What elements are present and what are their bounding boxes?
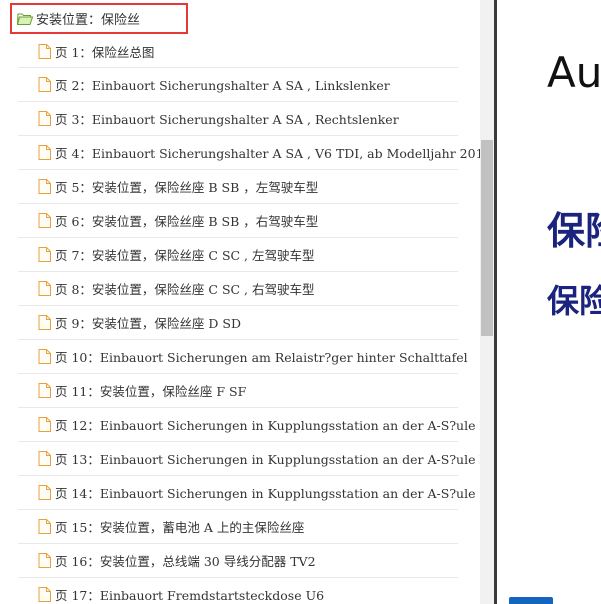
tree-item-page[interactable]: 页 11：安装位置，保险丝座 F SF xyxy=(18,374,458,408)
tree-item-label: 页 7：安装位置，保险丝座 C SC , 左驾驶车型 xyxy=(55,248,315,263)
tree-item-page[interactable]: 页 2：Einbauort Sicherungshalter A SA , Li… xyxy=(18,68,458,102)
folder-open-icon xyxy=(17,13,33,25)
tree-item-label: 页 4：Einbauort Sicherungshalter A SA , V6… xyxy=(55,146,480,161)
tree-item-page[interactable]: 页 16：安装位置，总线端 30 导线分配器 TV2 xyxy=(18,544,458,578)
page-icon xyxy=(38,145,51,160)
page-icon xyxy=(38,485,51,500)
tree-item-label: 页 8：安装位置，保险丝座 C SC , 右驾驶车型 xyxy=(55,282,315,297)
page-icon xyxy=(38,553,51,568)
tree-item-label: 页 17：Einbauort Fremdstartsteckdose U6 xyxy=(55,588,325,603)
page-icon xyxy=(38,519,51,534)
document-heading-1: 保险 xyxy=(547,208,601,253)
page-icon xyxy=(38,383,51,398)
tree-item-page[interactable]: 页 4：Einbauort Sicherungshalter A SA , V6… xyxy=(18,136,480,170)
tree-item-label: 页 14：Einbauort Sicherungen in Kupplungss… xyxy=(55,486,480,501)
page-icon xyxy=(38,587,51,602)
page-icon xyxy=(38,247,51,262)
tree-item-label: 页 6：安装位置，保险丝座 B SB ，右驾驶车型 xyxy=(55,214,319,229)
tree-item-page[interactable]: 页 14：Einbauort Sicherungen in Kupplungss… xyxy=(18,476,480,510)
page-icon xyxy=(38,281,51,296)
page-icon xyxy=(38,77,51,92)
document-title: Au xyxy=(547,48,601,97)
tree-item-label: 页 2：Einbauort Sicherungshalter A SA , Li… xyxy=(55,78,390,93)
tree-item-label: 页 3：Einbauort Sicherungshalter A SA , Re… xyxy=(55,112,399,127)
tree-item-label: 页 11：安装位置，保险丝座 F SF xyxy=(55,384,247,399)
tree-item-label: 页 5：安装位置，保险丝座 B SB ，左驾驶车型 xyxy=(55,180,319,195)
tree-item-page[interactable]: 页 5：安装位置，保险丝座 B SB ，左驾驶车型 xyxy=(18,170,458,204)
document-footer-button[interactable] xyxy=(509,597,553,604)
tree-item-page[interactable]: 页 17：Einbauort Fremdstartsteckdose U6 xyxy=(18,578,458,604)
page-icon xyxy=(38,417,51,432)
tree-item-label: 页 12：Einbauort Sicherungen in Kupplungss… xyxy=(55,418,480,433)
tree-item-page[interactable]: 页 12：Einbauort Sicherungen in Kupplungss… xyxy=(18,408,480,442)
tree-item-page[interactable]: 页 10：Einbauort Sicherungen am Relaistr?g… xyxy=(18,340,468,374)
tree-item-label: 页 13：Einbauort Sicherungen in Kupplungss… xyxy=(55,452,480,467)
document-heading-2: 保险 xyxy=(547,282,601,320)
scrollbar-thumb[interactable] xyxy=(481,140,493,336)
tree-item-label: 页 10：Einbauort Sicherungen am Relaistr?g… xyxy=(55,350,468,365)
page-icon xyxy=(38,451,51,466)
tree-item-label: 页 9：安装位置，保险丝座 D SD xyxy=(55,316,241,331)
tree-item-page[interactable]: 页 6：安装位置，保险丝座 B SB ，右驾驶车型 xyxy=(18,204,458,238)
tree-item-label: 页 15：安装位置，蓄电池 A 上的主保险丝座 xyxy=(55,520,305,535)
page-icon xyxy=(38,213,51,228)
tree-item-page[interactable]: 页 9：安装位置，保险丝座 D SD xyxy=(18,306,458,340)
tree-item-page[interactable]: 页 1：保险丝总图 xyxy=(18,35,458,68)
tree-item-page[interactable]: 页 7：安装位置，保险丝座 C SC , 左驾驶车型 xyxy=(18,238,458,272)
tree-item-list: 页 1：保险丝总图页 2：Einbauort Sicherungshalter … xyxy=(0,35,480,604)
page-icon xyxy=(38,315,51,330)
tree-item-label: 页 16：安装位置，总线端 30 导线分配器 TV2 xyxy=(55,554,316,569)
document-preview: Au 保险 保险 xyxy=(497,0,601,604)
page-icon xyxy=(38,43,51,59)
page-icon xyxy=(38,111,51,126)
tree-item-page[interactable]: 页 15：安装位置，蓄电池 A 上的主保险丝座 xyxy=(18,510,458,544)
tree-item-page[interactable]: 页 3：Einbauort Sicherungshalter A SA , Re… xyxy=(18,102,458,136)
tree-item-page[interactable]: 页 8：安装位置，保险丝座 C SC , 右驾驶车型 xyxy=(18,272,458,306)
tree-root-label: 安装位置：保险丝 xyxy=(36,13,141,28)
tree-item-label: 页 1：保险丝总图 xyxy=(55,44,155,60)
page-icon xyxy=(38,349,51,364)
tree-panel: 安装位置：保险丝 页 1：保险丝总图页 2：Einbauort Sicherun… xyxy=(0,0,480,604)
page-icon xyxy=(38,179,51,194)
tree-root-folder[interactable]: 安装位置：保险丝 xyxy=(10,3,188,34)
tree-item-page[interactable]: 页 13：Einbauort Sicherungen in Kupplungss… xyxy=(18,442,480,476)
